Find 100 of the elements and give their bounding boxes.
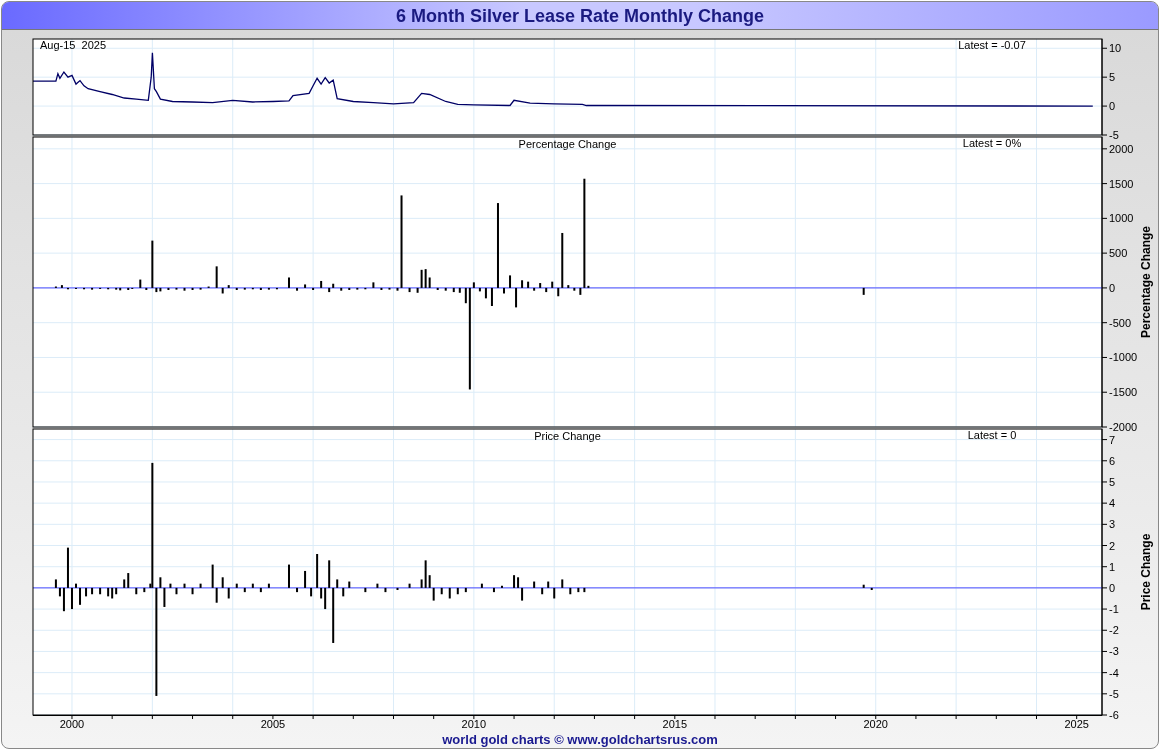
- bar: [408, 287, 411, 293]
- axis-label: -2: [1109, 624, 1119, 637]
- bar: [408, 583, 411, 588]
- axis-label: -5: [1109, 687, 1119, 700]
- panel-title: Percentage Change: [518, 138, 617, 150]
- latest-value: Latest = -0.07: [958, 39, 1026, 51]
- axis-title: Percentage Change: [1139, 226, 1153, 338]
- axis-label: -6: [1109, 709, 1119, 721]
- bar: [167, 287, 170, 290]
- bar: [444, 287, 447, 291]
- bar: [135, 587, 138, 595]
- bar: [484, 287, 487, 299]
- axis-label: 2025: [1064, 718, 1089, 730]
- bar: [364, 287, 367, 290]
- bar: [191, 287, 194, 290]
- bar: [452, 287, 455, 293]
- bar: [199, 583, 202, 588]
- axis-label: -5: [1109, 129, 1119, 141]
- axis-label: -3: [1109, 645, 1119, 658]
- bar: [91, 587, 94, 595]
- axis-label: 0: [1109, 100, 1116, 113]
- bar: [551, 281, 554, 288]
- bar: [364, 587, 367, 593]
- bar: [533, 581, 536, 588]
- bar: [320, 280, 323, 288]
- axis-label: -4: [1109, 666, 1119, 679]
- bar: [561, 579, 564, 588]
- axis-label: 5: [1109, 71, 1116, 84]
- bar: [384, 587, 387, 593]
- axis-label: 500: [1109, 247, 1128, 260]
- bar: [533, 287, 536, 291]
- bar: [145, 287, 148, 290]
- bar: [169, 583, 172, 588]
- axis-label: 4: [1109, 497, 1116, 510]
- bar: [348, 287, 351, 290]
- axis-label: -1000: [1109, 351, 1138, 364]
- bar: [545, 287, 548, 293]
- axis-label: 10: [1109, 42, 1122, 55]
- bar: [275, 287, 278, 290]
- bar: [478, 287, 481, 292]
- bar: [569, 587, 572, 595]
- bar: [396, 587, 399, 590]
- bar: [509, 275, 512, 288]
- bar: [380, 287, 383, 290]
- axis-label: 2: [1109, 539, 1116, 552]
- bar: [66, 287, 69, 290]
- axis-label: 6: [1109, 454, 1116, 467]
- bar: [515, 287, 518, 308]
- bar: [436, 287, 439, 290]
- bar: [440, 587, 443, 595]
- bar: [107, 287, 110, 290]
- bar: [259, 287, 262, 290]
- bar: [251, 583, 254, 588]
- bar: [183, 583, 186, 588]
- bar: [175, 287, 178, 290]
- axis-label: 3: [1109, 518, 1116, 531]
- axis-label: -1500: [1109, 386, 1138, 399]
- bar: [862, 584, 865, 588]
- bar: [304, 570, 307, 588]
- bar: [139, 279, 142, 288]
- bar: [99, 587, 102, 595]
- axis-label: -2000: [1109, 421, 1138, 433]
- bar: [340, 287, 343, 291]
- bar: [175, 587, 178, 595]
- bar: [304, 284, 307, 288]
- bar: [296, 587, 299, 593]
- bar: [310, 587, 313, 597]
- bar: [521, 280, 524, 288]
- bar: [91, 287, 94, 290]
- axis-label: -1: [1109, 603, 1119, 616]
- bar: [870, 587, 873, 590]
- bar: [227, 587, 230, 599]
- axis-label: 2005: [260, 718, 286, 730]
- bar: [235, 287, 238, 290]
- bar: [464, 587, 467, 593]
- axis-label: 2000: [59, 718, 85, 730]
- bar: [312, 287, 315, 290]
- bar: [547, 581, 550, 588]
- latest-value: Latest = 0%: [962, 137, 1022, 149]
- axis-label: 5: [1109, 475, 1116, 488]
- bar: [183, 287, 186, 291]
- bar: [480, 583, 483, 588]
- panel-title: Price Change: [534, 430, 601, 442]
- bar: [235, 583, 238, 588]
- bar: [191, 587, 194, 595]
- bar: [448, 587, 451, 599]
- bar: [60, 285, 63, 288]
- bar: [490, 287, 493, 306]
- axis-label: 2020: [863, 718, 888, 730]
- bar: [227, 285, 230, 288]
- bar: [577, 587, 580, 593]
- axis-label: -500: [1109, 316, 1132, 329]
- bar: [388, 287, 391, 290]
- axis-label: 2010: [461, 718, 487, 730]
- bar: [567, 285, 570, 288]
- bar: [348, 581, 351, 588]
- axis-label: 0: [1109, 281, 1116, 294]
- bar: [553, 587, 556, 599]
- bar: [492, 587, 495, 593]
- bar: [862, 287, 865, 295]
